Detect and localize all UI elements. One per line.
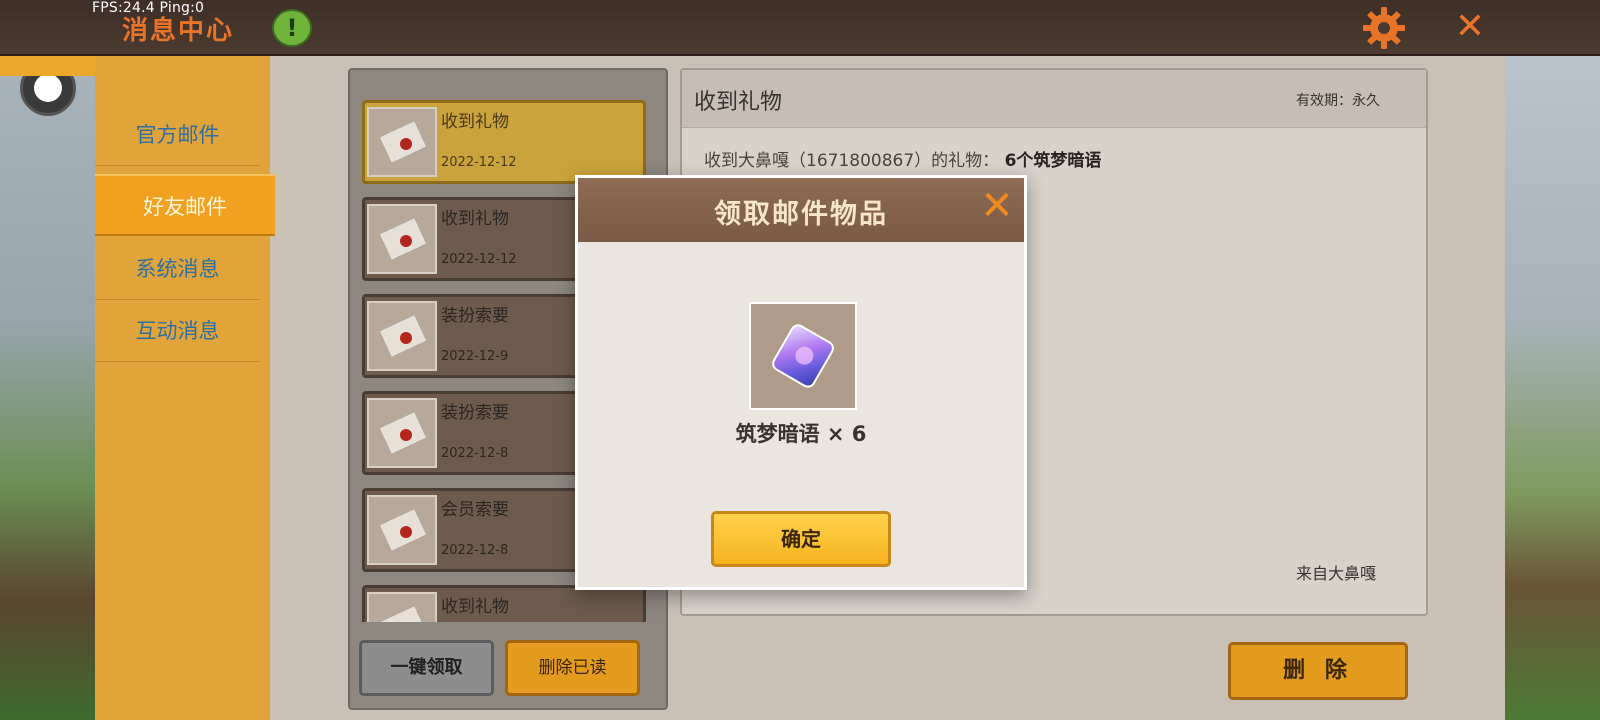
envelope-icon <box>367 301 437 371</box>
envelope-icon <box>367 204 437 274</box>
envelope-icon <box>367 107 437 177</box>
dialog-title: 领取邮件物品 <box>714 199 888 230</box>
page-title: 消息中心 <box>122 16 235 46</box>
mail-title: 收到礼物 <box>441 112 509 132</box>
mail-detail-title: 收到礼物 <box>694 90 783 115</box>
delete-read-button[interactable]: 删除已读 <box>505 640 640 696</box>
mail-title: 收到礼物 <box>441 209 509 229</box>
validity-label: 有效期：永久 <box>1296 93 1380 109</box>
mail-title: 装扮索要 <box>441 306 509 326</box>
sidebar-item-system-messages[interactable]: 系统消息 <box>95 238 260 300</box>
mail-body-gift: 6个筑梦暗语 <box>1004 151 1102 171</box>
delete-button[interactable]: 删 除 <box>1228 642 1408 700</box>
mail-list-item[interactable]: 收到礼物 <box>362 585 646 622</box>
mail-list-item[interactable]: 收到礼物 2022-12-12 <box>362 100 646 184</box>
mail-date: 2022-12-9 <box>441 349 509 364</box>
dialog-header: 领取邮件物品 ✕ <box>578 178 1024 242</box>
gem-card-icon <box>769 321 837 391</box>
mail-detail-body: 收到大鼻嘎（1671800867）的礼物： 6个筑梦暗语 <box>704 146 1101 171</box>
mail-body-text: 收到大鼻嘎（1671800867）的礼物： <box>704 151 1000 171</box>
item-name: 筑梦暗语 × 6 <box>735 422 867 446</box>
mail-title: 会员索要 <box>441 500 509 520</box>
decorative-strip <box>0 56 95 76</box>
envelope-icon <box>367 592 437 622</box>
game-background-left <box>0 55 95 720</box>
item-slot <box>749 302 857 410</box>
mail-date: 2022-12-12 <box>441 155 517 170</box>
envelope-icon <box>367 495 437 565</box>
claim-items-dialog: 领取邮件物品 ✕ 筑梦暗语 × 6 确定 <box>575 175 1027 590</box>
mail-date: 2022-12-12 <box>441 252 517 267</box>
mail-title: 收到礼物 <box>441 597 509 617</box>
top-bar: FPS:24.4 Ping:0 消息中心 ! ✕ <box>0 0 1600 56</box>
sidebar-item-official-mail[interactable]: 官方邮件 <box>95 104 260 166</box>
mail-detail-header: 收到礼物 有效期：永久 <box>682 70 1426 128</box>
claim-all-button[interactable]: 一键领取 <box>359 640 494 696</box>
gear-icon-svg <box>1363 7 1405 49</box>
mail-title: 装扮索要 <box>441 403 509 423</box>
mail-sender: 来自大鼻嘎 <box>1295 564 1376 583</box>
mail-date: 2022-12-8 <box>441 543 509 558</box>
close-icon[interactable]: ✕ <box>976 186 1018 228</box>
confirm-button[interactable]: 确定 <box>711 511 891 567</box>
envelope-icon <box>367 398 437 468</box>
sidebar-item-friend-mail[interactable]: 好友邮件 <box>95 174 275 236</box>
sidebar-item-interactive-messages[interactable]: 互动消息 <box>95 300 260 362</box>
exclamation-icon[interactable]: ! <box>272 9 312 47</box>
gear-icon[interactable] <box>1362 6 1406 50</box>
sidebar: 官方邮件 好友邮件 系统消息 互动消息 <box>95 56 275 720</box>
close-icon[interactable]: ✕ <box>1452 9 1488 46</box>
mail-date: 2022-12-8 <box>441 446 509 461</box>
